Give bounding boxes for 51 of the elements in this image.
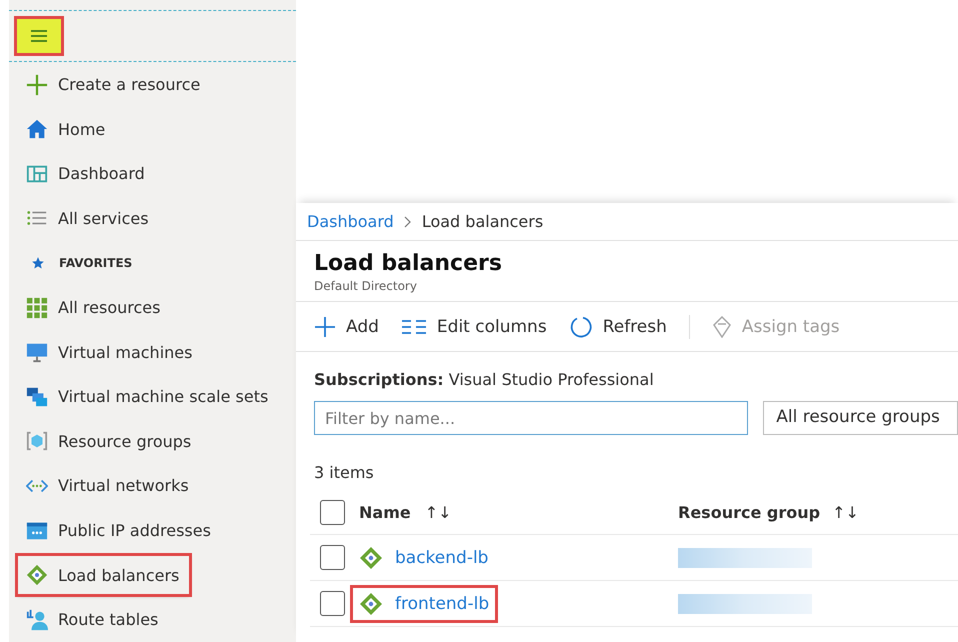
menu-icon [29,29,49,44]
sidebar-item[interactable]: Virtual machines [18,333,202,372]
tag-icon [712,316,732,338]
grid-icon [26,296,48,319]
subscriptions-text: Subscriptions: Visual Studio Professional [314,370,655,389]
route-icon [26,608,48,631]
sort-icon[interactable]: ↑↓ [832,502,859,522]
diamond-icon [26,564,48,586]
toolbar-button[interactable]: Edit columns [400,316,547,336]
cube-icon [26,430,48,452]
filter-field[interactable]: Filter by name... [314,401,748,435]
monitors-icon [26,386,48,408]
chevron-icon [404,216,412,228]
page-title: Load balancers [314,251,503,276]
sidebar-item[interactable]: All services [18,199,159,238]
sidebar-item[interactable]: Route tables [18,600,168,639]
diamond-icon [359,546,383,570]
refresh-icon [568,314,593,338]
sidebar-item[interactable]: Virtual networks [18,466,199,505]
monitor-icon [26,341,48,364]
row-checkbox[interactable] [320,591,345,616]
column-header[interactable]: Name [359,502,411,522]
breadcrumb-link[interactable]: Dashboard [307,212,394,231]
toolbar-button[interactable]: Refresh [568,314,667,338]
columns-icon [400,318,427,334]
plus-icon [26,74,48,96]
resource-link[interactable]: backend-lb [353,542,494,574]
plus-icon [314,316,336,338]
resource-link[interactable]: frontend-lb [353,588,496,620]
sidebar-item[interactable]: Public IP addresses [18,512,221,550]
sort-icon[interactable]: ↑↓ [424,502,452,522]
sidebar-item[interactable]: Home [18,110,116,148]
section-heading: FAVORITES [59,256,132,270]
column-header[interactable]: Resource group [678,502,820,522]
sidebar-item[interactable]: Virtual machine scale sets [18,378,278,416]
sidebar-item[interactable]: Load balancers [18,556,190,594]
star-icon [31,256,45,270]
item-count: 3 items [314,463,375,482]
house-icon [26,118,48,140]
breadcrumb-current: Load balancers [422,212,544,231]
sidebar-item[interactable]: Create a resource [18,66,210,104]
toolbar-button[interactable]: Add [314,316,379,338]
sidebar-item[interactable]: Dashboard [18,154,155,193]
select-all-checkbox[interactable] [320,500,345,524]
page-subtitle: Default Directory [314,279,418,293]
sidebar-item[interactable]: Resource groups [18,422,202,460]
menu-button[interactable] [17,19,61,54]
row-checkbox[interactable] [320,545,345,570]
sidebar-item[interactable]: All resources [18,288,170,327]
diamond-icon [359,592,383,616]
resource-group-dropdown[interactable]: All resource groups [763,401,958,435]
